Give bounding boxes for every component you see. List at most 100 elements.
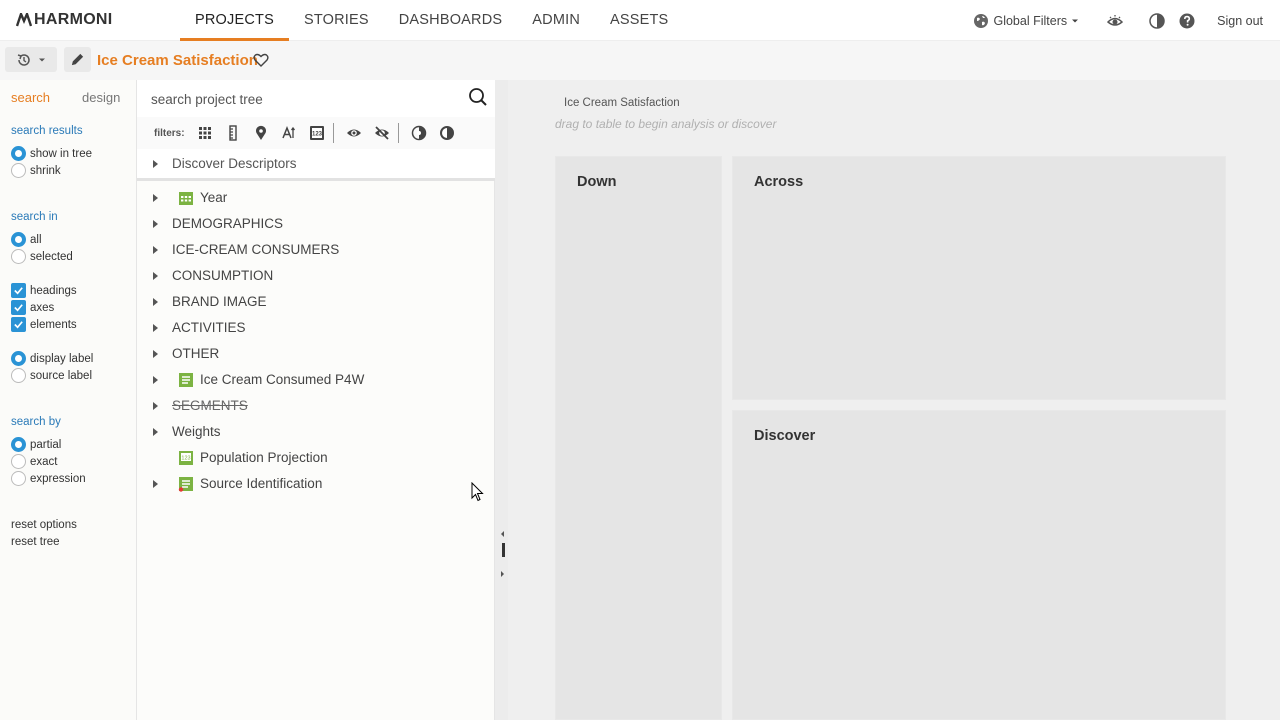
search-in-selected-option[interactable]: selected (11, 249, 73, 264)
search-results-title: search results (11, 125, 83, 137)
help-button[interactable] (1179, 13, 1195, 29)
tree-item-brand-image[interactable]: BRAND IMAGE (137, 289, 495, 315)
caret-right-icon[interactable] (153, 324, 158, 332)
source-label-option[interactable]: source label (11, 368, 92, 383)
eye-filter-icon[interactable] (346, 125, 362, 141)
contrast-filter-icon[interactable] (411, 125, 427, 141)
caret-right-icon[interactable] (153, 480, 158, 488)
partial-option[interactable]: partial (11, 437, 61, 452)
caret-right-icon[interactable] (153, 376, 158, 384)
option-label: show in tree (30, 147, 93, 160)
caret-right-icon[interactable] (153, 160, 158, 168)
numeric-filter-icon[interactable]: 123 (309, 125, 325, 141)
discover-descriptors-row[interactable]: Discover Descriptors (137, 149, 495, 181)
checkbox-checked[interactable] (11, 283, 26, 298)
tree-item-population-projection[interactable]: 123 Population Projection (137, 445, 495, 471)
favorite-heart-icon[interactable] (253, 52, 269, 68)
radio-unselected[interactable] (11, 368, 26, 383)
tab-search[interactable]: search (11, 90, 50, 105)
nav-projects[interactable]: PROJECTS (180, 0, 289, 41)
filter-divider (332, 123, 334, 143)
caret-right-icon[interactable] (153, 194, 158, 202)
contrast-button[interactable] (1149, 12, 1165, 29)
nav-dashboards[interactable]: DASHBOARDS (384, 0, 518, 41)
global-filters-button[interactable]: Global Filters (973, 13, 1079, 29)
nav-stories[interactable]: STORIES (289, 0, 384, 41)
grid-filter-icon[interactable] (197, 125, 213, 141)
check-icon (14, 304, 23, 312)
down-drop-zone[interactable]: Down (555, 156, 722, 720)
down-zone-label: Down (577, 174, 617, 190)
history-button[interactable] (5, 47, 57, 72)
mouse-cursor-icon (471, 482, 484, 502)
tree-item-ice-cream-consumed-p4w[interactable]: Ice Cream Consumed P4W (137, 367, 495, 393)
tree-search-input[interactable] (151, 88, 451, 110)
tree-item-consumption[interactable]: CONSUMPTION (137, 263, 495, 289)
tree-item-weights[interactable]: Weights (137, 419, 495, 445)
edit-button[interactable] (64, 47, 91, 72)
tree-item-activities[interactable]: ACTIVITIES (137, 315, 495, 341)
discover-drop-zone[interactable]: Discover (732, 410, 1226, 720)
sign-out-link[interactable]: Sign out (1217, 14, 1263, 28)
expand-right-icon[interactable] (501, 571, 504, 577)
radio-selected[interactable] (11, 437, 26, 452)
nav-assets[interactable]: ASSETS (595, 0, 683, 41)
expression-option[interactable]: expression (11, 471, 86, 486)
caret-right-icon[interactable] (153, 428, 158, 436)
search-icon[interactable] (468, 87, 488, 107)
tree-item-other[interactable]: OTHER (137, 341, 495, 367)
text-size-filter-icon[interactable] (281, 125, 297, 141)
ruler-filter-icon[interactable] (225, 125, 241, 141)
radio-selected[interactable] (11, 232, 26, 247)
tree-item-label: Source Identification (200, 476, 323, 491)
radio-unselected[interactable] (11, 454, 26, 469)
display-label-option[interactable]: display label (11, 351, 93, 366)
caret-right-icon[interactable] (153, 350, 158, 358)
collapse-left-icon[interactable] (501, 531, 504, 537)
reset-tree-link[interactable]: reset tree (11, 536, 60, 548)
eye-off-filter-icon[interactable] (374, 125, 390, 141)
analysis-canvas: Ice Cream Satisfaction drag to table to … (508, 80, 1280, 720)
panel-splitter[interactable] (495, 80, 508, 720)
map-pin-filter-icon[interactable] (253, 125, 269, 141)
radio-selected[interactable] (11, 146, 26, 161)
tree-item-ice-cream-consumers[interactable]: ICE-CREAM CONSUMERS (137, 237, 495, 263)
canvas-title: Ice Cream Satisfaction (564, 97, 680, 109)
across-drop-zone[interactable]: Across (732, 156, 1226, 400)
option-label: source label (30, 369, 93, 382)
axes-checkbox[interactable]: axes (11, 300, 54, 315)
radio-unselected[interactable] (11, 163, 26, 178)
chevron-down-icon (1072, 19, 1079, 22)
tree-item-demographics[interactable]: DEMOGRAPHICS (137, 211, 495, 237)
tree-item-year[interactable]: Year (137, 185, 495, 211)
caret-right-icon[interactable] (153, 272, 158, 280)
preview-button[interactable] (1107, 13, 1124, 29)
tree-item-source-identification[interactable]: Source Identification (137, 471, 495, 497)
headings-checkbox[interactable]: headings (11, 283, 77, 298)
tree-item-segments[interactable]: SEGMENTS (137, 393, 495, 419)
half-circle-filter-icon[interactable] (439, 125, 455, 141)
elements-checkbox[interactable]: elements (11, 317, 77, 332)
project-toolbar: Ice Cream Satisfaction (0, 41, 1280, 80)
checkbox-checked[interactable] (11, 300, 26, 315)
list-variable-icon (178, 477, 193, 492)
search-in-all-option[interactable]: all (11, 232, 42, 247)
radio-unselected[interactable] (11, 471, 26, 486)
caret-right-icon[interactable] (153, 220, 158, 228)
nav-admin[interactable]: ADMIN (517, 0, 595, 41)
shrink-option[interactable]: shrink (11, 163, 61, 178)
caret-right-icon[interactable] (153, 298, 158, 306)
checkbox-checked[interactable] (11, 317, 26, 332)
exact-option[interactable]: exact (11, 454, 58, 469)
radio-unselected[interactable] (11, 249, 26, 264)
caret-right-icon[interactable] (153, 246, 158, 254)
tab-design[interactable]: design (82, 90, 120, 105)
splitter-grip[interactable] (502, 543, 505, 557)
option-label: selected (30, 250, 73, 263)
reset-options-link[interactable]: reset options (11, 519, 77, 531)
show-in-tree-option[interactable]: show in tree (11, 146, 92, 161)
radio-selected[interactable] (11, 351, 26, 366)
logo[interactable]: HARMONI (16, 11, 113, 29)
logo-text: HARMONI (34, 11, 113, 28)
caret-right-icon[interactable] (153, 402, 158, 410)
